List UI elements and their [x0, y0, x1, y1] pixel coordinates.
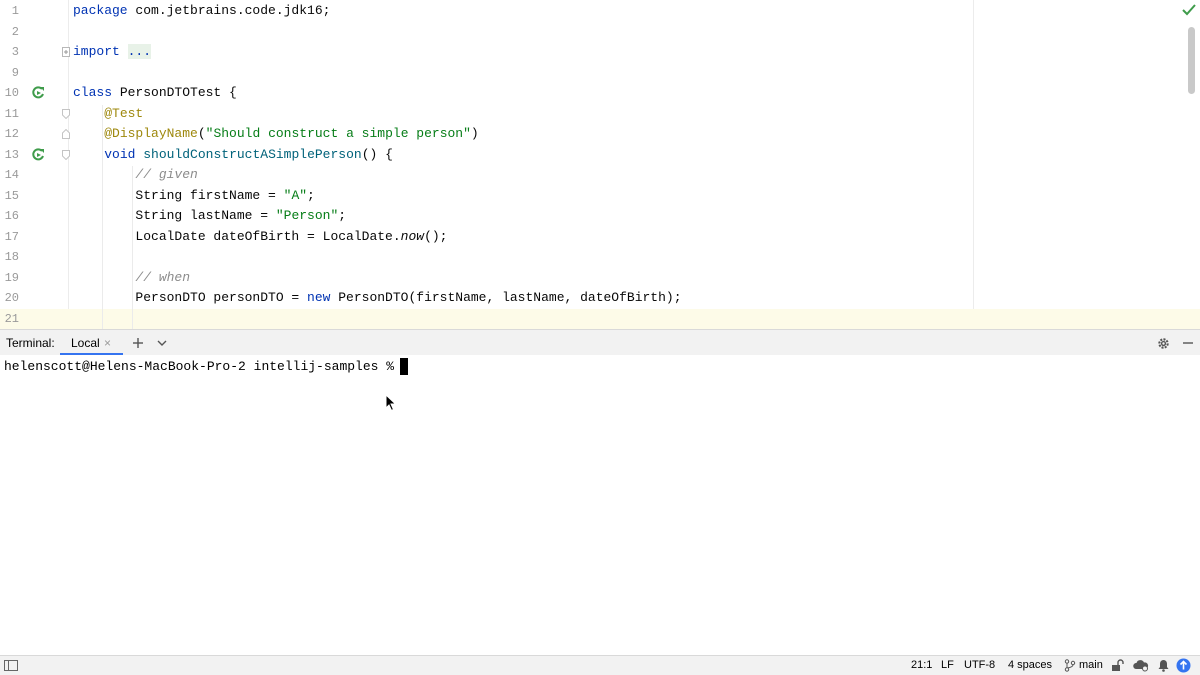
line-number: 14 [4, 168, 19, 182]
minimize-button[interactable] [1180, 330, 1196, 356]
line-number: 17 [4, 229, 19, 244]
cloud-settings-icon[interactable] [1133, 659, 1149, 672]
annotation: @Test [104, 105, 144, 121]
keyword: import [73, 44, 120, 59]
text-cursor [400, 358, 409, 376]
string-literal: "Should construct a simple person" [205, 126, 471, 141]
keyword: void [104, 146, 136, 162]
minimize-icon [1183, 342, 1193, 344]
git-branch-icon [1064, 659, 1076, 672]
code-line[interactable]: 1 package com.jetbrains.code.jdk16; [0, 1, 1200, 22]
method-name: shouldConstructASimplePerson [143, 146, 362, 162]
annotation: @DisplayName [104, 126, 198, 141]
plus-icon [133, 338, 143, 348]
code-line[interactable]: 2 [0, 22, 1200, 43]
line-separator[interactable]: LF [941, 656, 954, 675]
fold-end-icon[interactable] [62, 129, 70, 139]
new-terminal-button[interactable] [130, 330, 146, 356]
line-number: 3 [11, 45, 19, 59]
lock-open-icon[interactable] [1111, 659, 1127, 672]
string-literal: "Person" [275, 208, 339, 223]
terminal-output[interactable]: helenscott@Helens-MacBook-Pro-2 intellij… [0, 355, 1200, 655]
keyword: new [307, 290, 331, 305]
comment: // given [135, 167, 198, 182]
mouse-pointer-icon [385, 394, 397, 412]
update-arrow-icon[interactable] [1176, 658, 1191, 673]
code-line[interactable]: 10 class PersonDTOTest { [0, 83, 1200, 104]
code-line[interactable]: 3 import ... [0, 42, 1200, 63]
code-text[interactable]: String firstName = "A"; [73, 186, 314, 207]
line-number: 10 [4, 86, 19, 100]
tab-local[interactable]: Local × [60, 330, 123, 356]
line-number: 1 [11, 4, 19, 18]
code-line[interactable]: 11 @Test [0, 104, 1200, 125]
line-number: 15 [4, 188, 19, 203]
code-text[interactable]: // given [73, 165, 198, 186]
fold-plus-icon[interactable] [62, 47, 70, 57]
code-text[interactable]: void shouldConstructASimplePerson() { [73, 145, 393, 166]
code-line[interactable]: 16 String lastName = "Person"; [0, 206, 1200, 227]
terminal-toolbar: Terminal: Local × [0, 329, 1200, 356]
code-line[interactable]: 15 String firstName = "A"; [0, 186, 1200, 207]
static-method-call: now [400, 228, 425, 244]
code-line[interactable]: 17 LocalDate dateOfBirth = LocalDate.now… [0, 227, 1200, 248]
code-line[interactable]: 19 // when [0, 268, 1200, 289]
line-number: 12 [4, 127, 19, 141]
code-text[interactable]: @Test [73, 104, 143, 125]
line-number: 18 [4, 250, 19, 264]
indent-guide [102, 105, 103, 329]
code-line[interactable]: 14 // given [0, 165, 1200, 186]
line-number: 16 [4, 209, 19, 223]
line-number: 20 [4, 291, 19, 305]
indent-setting[interactable]: 4 spaces [1008, 656, 1052, 675]
code-text[interactable]: PersonDTO personDTO = new PersonDTO(firs… [73, 288, 681, 309]
code-text[interactable]: import ... [73, 42, 152, 63]
code-line[interactable]: 13 void shouldConstructASimplePerson() { [0, 145, 1200, 166]
terminal-settings-button[interactable] [1155, 330, 1171, 356]
code-editor[interactable]: 1 package com.jetbrains.code.jdk16; 2 3 … [0, 0, 1200, 329]
code-text[interactable]: String lastName = "Person"; [73, 206, 346, 227]
code-line[interactable]: 20 PersonDTO personDTO = new PersonDTO(f… [0, 288, 1200, 309]
code-line[interactable]: 18 [0, 247, 1200, 268]
gear-icon [1157, 337, 1169, 349]
git-branch[interactable]: main [1079, 656, 1103, 675]
run-test-icon[interactable] [31, 86, 45, 100]
folded-imports[interactable]: ... [127, 44, 152, 59]
line-number: 11 [4, 106, 19, 121]
comment: // when [135, 269, 191, 285]
terminal-dropdown-button[interactable] [154, 330, 170, 356]
terminal-prompt-line[interactable]: helenscott@Helens-MacBook-Pro-2 intellij… [4, 357, 409, 377]
keyword: package [73, 3, 128, 18]
caret-position[interactable]: 21:1 [911, 656, 932, 675]
file-encoding[interactable]: UTF-8 [964, 656, 995, 675]
code-text[interactable]: @DisplayName("Should construct a simple … [73, 124, 479, 145]
keyword: class [73, 85, 113, 100]
checkmark-icon[interactable] [1181, 3, 1197, 17]
line-number: 13 [4, 147, 19, 162]
line-number: 2 [11, 24, 19, 39]
run-test-icon[interactable] [31, 147, 45, 162]
indent-guide [132, 166, 133, 329]
fold-icon[interactable] [62, 108, 70, 119]
line-number: 21 [4, 312, 19, 326]
current-line[interactable]: 21 [0, 309, 1200, 329]
code-text[interactable]: class PersonDTOTest { [73, 83, 237, 104]
terminal-title: Terminal: [6, 336, 55, 350]
panel-toggle-icon[interactable] [4, 659, 18, 672]
chevron-down-icon [157, 340, 167, 346]
line-number: 9 [11, 65, 19, 80]
notification-bell-icon[interactable] [1157, 659, 1170, 672]
string-literal: "A" [283, 187, 308, 203]
code-line[interactable]: 9 [0, 63, 1200, 84]
code-text[interactable]: LocalDate dateOfBirth = LocalDate.now(); [73, 227, 447, 248]
status-bar: 21:1 LF UTF-8 4 spaces main [0, 655, 1200, 675]
line-number: 19 [4, 270, 19, 285]
fold-icon[interactable] [62, 149, 70, 160]
vertical-scrollbar[interactable] [1188, 27, 1195, 94]
code-line[interactable]: 12 @DisplayName("Should construct a simp… [0, 124, 1200, 145]
terminal-prompt: helenscott@Helens-MacBook-Pro-2 intellij… [4, 359, 395, 374]
code-text[interactable]: package com.jetbrains.code.jdk16; [73, 1, 330, 22]
